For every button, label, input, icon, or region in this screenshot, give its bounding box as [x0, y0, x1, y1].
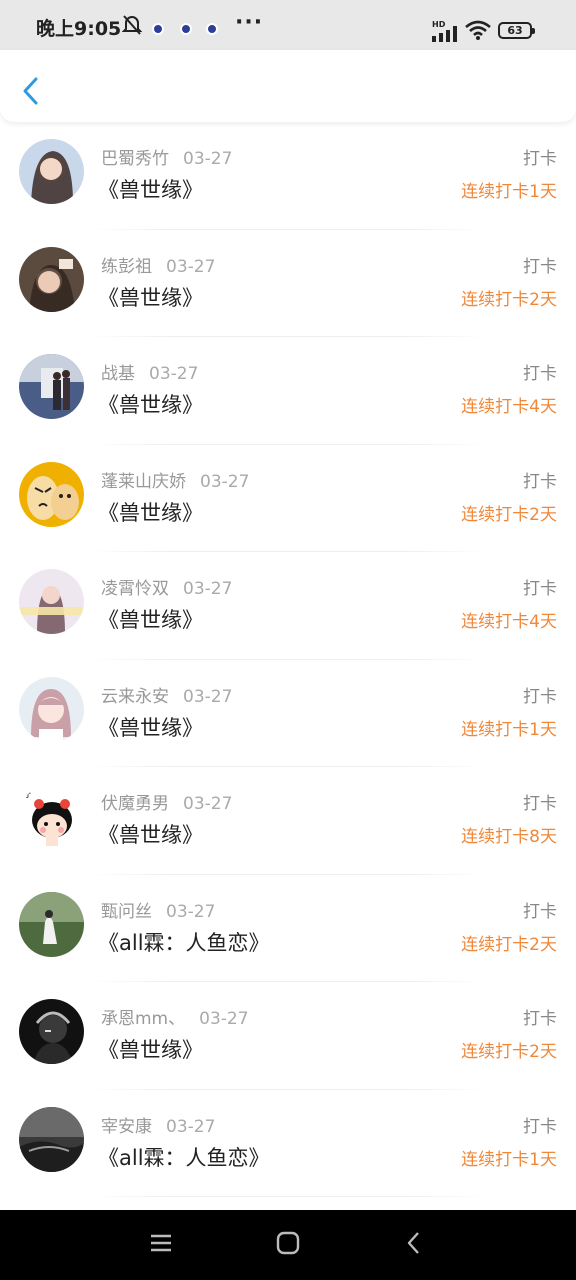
username[interactable]: 宰安康 — [101, 1117, 152, 1137]
system-navigation-bar — [0, 1210, 576, 1280]
entry-meta: 伏魔勇男 03-27 — [101, 789, 232, 814]
streak-text: 连续打卡4天 — [461, 397, 557, 417]
top-nav-bar — [0, 50, 576, 122]
checkin-label: 打卡 — [523, 1009, 557, 1029]
avatar[interactable]: 好 帅 — [19, 784, 84, 849]
avatar[interactable] — [19, 461, 84, 527]
entry-meta: 蓬莱山庆娇 03-27 — [101, 467, 249, 492]
list-item[interactable]: 甄问丝 03-27 《all霖：人鱼恋》 打卡 连续打卡2天 — [0, 875, 576, 982]
streak-text: 连续打卡2天 — [461, 504, 557, 525]
book-title[interactable]: 《兽世缘》 — [98, 1034, 203, 1064]
checkin-list: 巴蜀秀竹 03-27 《兽世缘》 打卡 连续打卡1天 练彭祖 03-27 《兽世缘》… — [0, 122, 576, 1197]
list-item[interactable]: 战基 03-27 《兽世缘》 打卡 连续打卡4天 — [0, 337, 576, 445]
streak-text: 连续打卡2天 — [461, 934, 557, 955]
menu-icon[interactable] — [148, 1230, 174, 1260]
streak-text: 连续打卡8天 — [461, 827, 557, 847]
book-title[interactable]: 《all霖：人鱼恋》 — [98, 1142, 270, 1172]
checkin-label: 打卡 — [523, 579, 557, 599]
entry-meta: 练彭祖 03-27 — [101, 252, 215, 277]
avatar[interactable] — [19, 246, 84, 312]
entry-meta: 战基 03-27 — [101, 359, 198, 384]
checkin-label: 打卡 — [523, 901, 557, 922]
avatar-caption: 好 帅 — [21, 789, 84, 800]
entry-meta: 巴蜀秀竹 03-27 — [101, 144, 232, 169]
book-title[interactable]: 《兽世缘》 — [98, 604, 203, 634]
avatar[interactable] — [19, 676, 84, 742]
entry-date: 03-27 — [200, 471, 250, 492]
list-item[interactable]: 练彭祖 03-27 《兽世缘》 打卡 连续打卡2天 — [0, 230, 576, 337]
home-icon[interactable] — [275, 1230, 301, 1260]
list-item[interactable]: 蓬莱山庆娇 03-27 《兽世缘》 打卡 连续打卡2天 — [0, 445, 576, 552]
wifi-icon — [465, 20, 491, 44]
book-title[interactable]: 《兽世缘》 — [98, 389, 203, 419]
entry-date: 03-27 — [183, 686, 233, 707]
username[interactable]: 伏魔勇男 — [101, 794, 169, 814]
checkin-label: 打卡 — [523, 1116, 557, 1137]
entry-date: 03-27 — [183, 794, 233, 814]
book-title[interactable]: 《兽世缘》 — [98, 819, 203, 849]
book-title[interactable]: 《兽世缘》 — [98, 712, 203, 742]
back-triangle-icon[interactable] — [402, 1230, 428, 1260]
list-item[interactable]: 承恩mm、 03-27 《兽世缘》 打卡 连续打卡2天 — [0, 982, 576, 1090]
checkin-label: 打卡 — [523, 471, 557, 492]
avatar[interactable] — [19, 139, 84, 204]
entry-date: 03-27 — [183, 579, 233, 599]
checkin-label: 打卡 — [523, 364, 557, 384]
list-item[interactable]: 好 帅 伏魔勇男 03-27 《兽世缘》 打卡 连续打卡8天 — [0, 767, 576, 875]
streak-text: 连续打卡1天 — [461, 719, 557, 740]
username[interactable]: 云来永安 — [101, 687, 169, 707]
checkin-label: 打卡 — [523, 794, 557, 814]
username[interactable]: 承恩mm、 — [101, 1009, 185, 1029]
entry-date: 03-27 — [166, 256, 216, 277]
entry-date: 03-27 — [166, 901, 216, 922]
avatar[interactable] — [19, 999, 84, 1064]
streak-text: 连续打卡4天 — [461, 612, 557, 632]
entry-meta: 凌霄怜双 03-27 — [101, 574, 232, 599]
username[interactable]: 蓬莱山庆娇 — [101, 472, 186, 492]
streak-text: 连续打卡2天 — [461, 289, 557, 310]
notification-dot-icon — [152, 23, 164, 35]
book-title[interactable]: 《兽世缘》 — [98, 497, 203, 527]
checkin-label: 打卡 — [523, 686, 557, 707]
chevron-left-icon[interactable] — [18, 76, 46, 106]
entry-date: 03-27 — [199, 1009, 249, 1029]
book-title[interactable]: 《all霖：人鱼恋》 — [98, 927, 270, 957]
signal-icon — [432, 26, 460, 46]
battery-icon: 63 — [498, 22, 535, 39]
avatar[interactable] — [19, 569, 84, 634]
entry-meta: 宰安康 03-27 — [101, 1112, 215, 1137]
divider — [90, 1196, 486, 1197]
entry-date: 03-27 — [149, 364, 199, 384]
bell-muted-icon — [121, 14, 143, 40]
entry-meta: 甄问丝 03-27 — [101, 897, 215, 922]
checkin-label: 打卡 — [523, 256, 557, 277]
streak-text: 连续打卡2天 — [461, 1042, 557, 1062]
username[interactable]: 战基 — [101, 364, 135, 384]
entry-date: 03-27 — [166, 1116, 216, 1137]
avatar[interactable] — [19, 354, 84, 419]
book-title[interactable]: 《兽世缘》 — [98, 174, 203, 204]
list-item[interactable]: 云来永安 03-27 《兽世缘》 打卡 连续打卡1天 — [0, 660, 576, 767]
list-item[interactable]: 巴蜀秀竹 03-27 《兽世缘》 打卡 连续打卡1天 — [0, 122, 576, 230]
notification-dot-icon — [206, 23, 218, 35]
list-item[interactable]: 宰安康 03-27 《all霖：人鱼恋》 打卡 连续打卡1天 — [0, 1090, 576, 1197]
entry-meta: 云来永安 03-27 — [101, 682, 232, 707]
checkin-label: 打卡 — [523, 149, 557, 169]
avatar[interactable] — [19, 1106, 84, 1172]
streak-text: 连续打卡1天 — [461, 1149, 557, 1170]
more-notifications-icon: ··· — [235, 10, 264, 35]
username[interactable]: 凌霄怜双 — [101, 579, 169, 599]
status-time: 晚上9:05 — [36, 18, 122, 40]
list-item[interactable]: 凌霄怜双 03-27 《兽世缘》 打卡 连续打卡4天 — [0, 552, 576, 660]
status-bar: 晚上9:05 ··· HD 63 — [0, 0, 576, 50]
streak-text: 连续打卡1天 — [461, 182, 557, 202]
notification-dot-icon — [180, 23, 192, 35]
username[interactable]: 巴蜀秀竹 — [101, 149, 169, 169]
entry-date: 03-27 — [183, 149, 233, 169]
username[interactable]: 甄问丝 — [101, 902, 152, 922]
book-title[interactable]: 《兽世缘》 — [98, 282, 203, 312]
entry-meta: 承恩mm、 03-27 — [101, 1004, 249, 1029]
avatar[interactable] — [19, 891, 84, 957]
username[interactable]: 练彭祖 — [101, 257, 152, 277]
